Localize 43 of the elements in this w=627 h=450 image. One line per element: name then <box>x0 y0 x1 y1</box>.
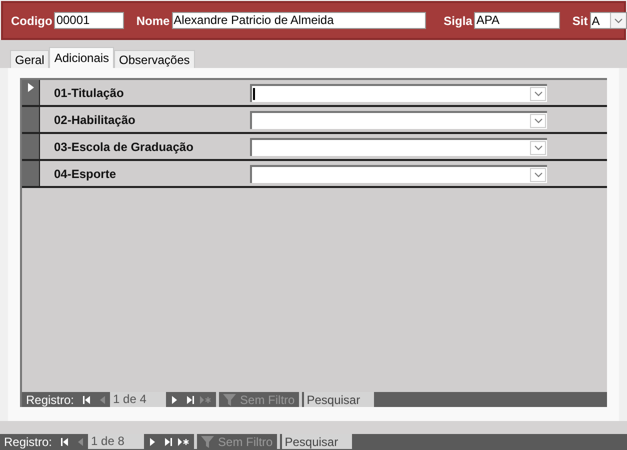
text-field[interactable]: Alexandre Patricio de Almeida <box>172 12 426 29</box>
field-label: Codigo <box>11 12 52 30</box>
row-label: 04-Esporte <box>53 166 118 183</box>
next-record-icon <box>170 396 179 404</box>
tab[interactable]: Observações <box>114 50 195 68</box>
new-record-icon <box>178 438 190 446</box>
row-label: 02-Habilitação <box>53 112 136 129</box>
last-record-icon <box>164 438 173 446</box>
next-record-icon <box>148 438 157 446</box>
dropdown-icon <box>534 91 542 97</box>
field-label: Sit <box>572 12 588 30</box>
dropdown-icon <box>534 118 542 124</box>
previous-record-icon <box>98 396 107 404</box>
row-selector[interactable] <box>22 80 40 105</box>
record-label: Registro: <box>3 436 54 448</box>
text-field[interactable]: APA <box>474 12 560 29</box>
last-record-icon <box>186 396 195 404</box>
funnel-icon <box>223 394 238 406</box>
tab[interactable]: Geral <box>10 50 50 68</box>
combo-field[interactable] <box>250 165 547 183</box>
first-record-icon <box>60 438 69 446</box>
record-position-field[interactable]: 1 de 4 <box>110 392 166 407</box>
status-combo[interactable]: A <box>590 12 627 29</box>
row-label: 03-Escola de Graduação <box>53 139 194 156</box>
record-label: Registro: <box>25 394 76 406</box>
text-field[interactable]: 00001 <box>54 12 124 29</box>
record-position-field[interactable]: 1 de 8 <box>88 434 144 449</box>
first-record-icon <box>82 396 91 404</box>
combo-field[interactable] <box>250 111 547 129</box>
row-label: 01-Titulação <box>53 85 125 102</box>
previous-record-icon <box>76 438 85 446</box>
dropdown-icon <box>534 145 542 151</box>
current-row-icon <box>28 83 34 92</box>
tab[interactable]: Adicionais <box>49 47 114 68</box>
combo-field[interactable] <box>250 84 547 102</box>
dropdown-icon <box>534 172 542 178</box>
dropdown-icon <box>614 18 623 24</box>
field-label: Sigla <box>444 12 472 30</box>
search-field[interactable]: Pesquisar <box>282 434 352 449</box>
field-label: Nome <box>136 12 170 30</box>
new-record-icon <box>200 396 212 404</box>
search-field[interactable]: Pesquisar <box>304 392 374 407</box>
combo-field[interactable] <box>250 138 547 156</box>
